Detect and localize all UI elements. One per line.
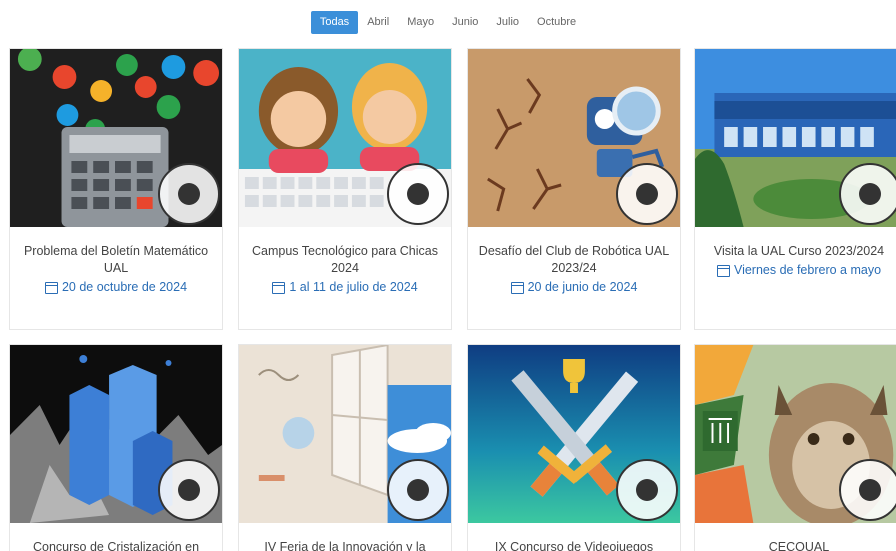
university-seal-icon bbox=[839, 459, 896, 521]
event-title: IV Feria de la Innovación y la bbox=[264, 540, 426, 551]
event-card-cecoual[interactable]: CECOUAL bbox=[694, 344, 896, 551]
university-seal-icon bbox=[158, 459, 220, 521]
event-title: Visita la UAL Curso 2023/2024 bbox=[713, 244, 885, 258]
filter-abril[interactable]: Abril bbox=[358, 11, 398, 34]
event-title: Campus Tecnológico para Chicas 2024 bbox=[252, 244, 438, 275]
filter-octubre[interactable]: Octubre bbox=[528, 11, 585, 34]
university-seal-icon bbox=[158, 163, 220, 225]
calendar-icon bbox=[510, 281, 524, 294]
event-image-videojuegos[interactable] bbox=[468, 345, 680, 523]
university-seal-icon bbox=[839, 163, 896, 225]
event-date: 20 de junio de 2024 bbox=[476, 279, 672, 296]
event-date: 20 de octubre de 2024 bbox=[18, 279, 214, 296]
event-card-videojuegos[interactable]: IX Concurso de Videojuegos bbox=[467, 344, 681, 551]
event-card-campus-chicas[interactable]: Campus Tecnológico para Chicas 2024 1 al… bbox=[238, 48, 452, 330]
event-image-robotica[interactable] bbox=[468, 49, 680, 227]
university-seal-icon bbox=[616, 459, 678, 521]
filter-julio[interactable]: Julio bbox=[487, 11, 528, 34]
calendar-icon bbox=[272, 281, 286, 294]
calendar-icon bbox=[44, 281, 58, 294]
event-title: Desafío del Club de Robótica UAL 2023/24 bbox=[478, 244, 670, 275]
event-card-boletin[interactable]: Problema del Boletín Matemático UAL 20 d… bbox=[9, 48, 223, 330]
university-seal-icon bbox=[387, 459, 449, 521]
event-card-robotica[interactable]: Desafío del Club de Robótica UAL 2023/24… bbox=[467, 48, 681, 330]
event-card-feria-innovacion[interactable]: IV Feria de la Innovación y la bbox=[238, 344, 452, 551]
filter-todas[interactable]: Todas bbox=[310, 11, 359, 34]
event-image-visita-ual[interactable] bbox=[695, 49, 896, 227]
filter-mayo[interactable]: Mayo bbox=[398, 11, 443, 34]
event-title: CECOUAL bbox=[768, 540, 830, 551]
event-title: IX Concurso de Videojuegos bbox=[494, 540, 654, 551]
event-image-feria-innovacion[interactable] bbox=[239, 345, 451, 523]
event-image-cristalizacion[interactable] bbox=[10, 345, 222, 523]
event-card-visita-ual[interactable]: Visita la UAL Curso 2023/2024 Viernes de… bbox=[694, 48, 896, 330]
event-image-campus-chicas[interactable] bbox=[239, 49, 451, 227]
event-title: Concurso de Cristalización en bbox=[32, 540, 200, 551]
university-seal-icon bbox=[387, 163, 449, 225]
event-image-cecoual[interactable] bbox=[695, 345, 896, 523]
filter-junio[interactable]: Junio bbox=[443, 11, 487, 34]
event-date: Viernes de febrero a mayo bbox=[703, 262, 895, 279]
event-date: 1 al 11 de julio de 2024 bbox=[247, 279, 443, 296]
month-filter-bar: Todas Abril Mayo Junio Julio Octubre bbox=[0, 11, 896, 34]
event-image-boletin[interactable] bbox=[10, 49, 222, 227]
event-card-cristalizacion[interactable]: Concurso de Cristalización en bbox=[9, 344, 223, 551]
calendar-icon bbox=[716, 264, 730, 277]
university-seal-icon bbox=[616, 163, 678, 225]
event-title: Problema del Boletín Matemático UAL bbox=[23, 244, 209, 275]
